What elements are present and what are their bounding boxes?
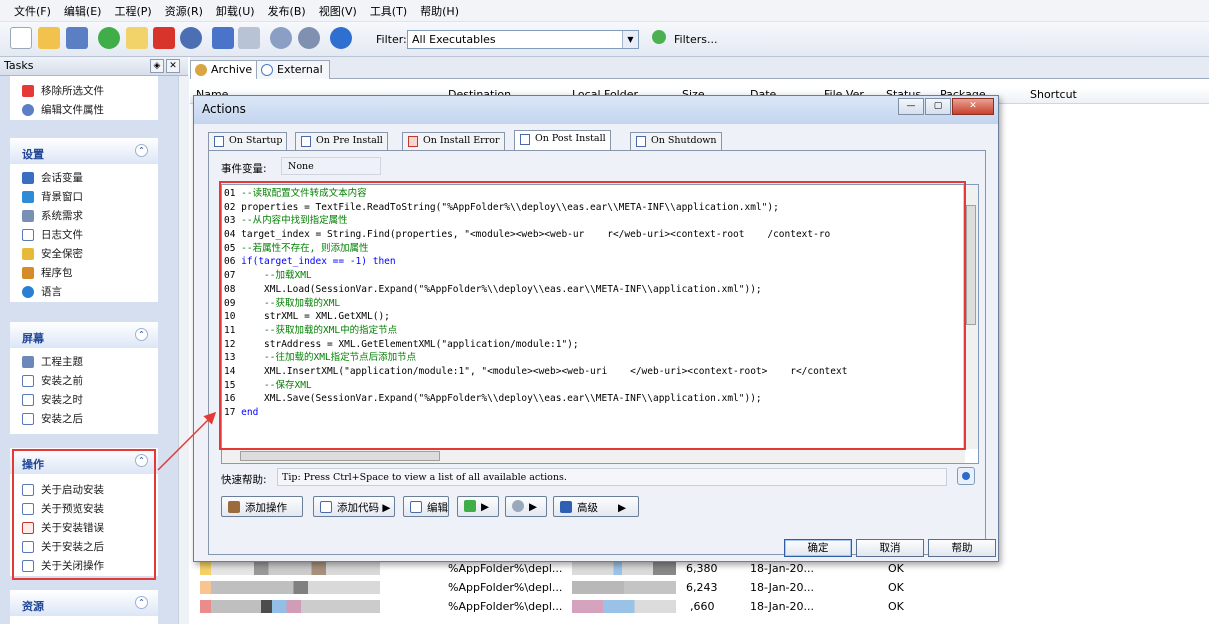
annotation-arrow xyxy=(157,411,217,471)
